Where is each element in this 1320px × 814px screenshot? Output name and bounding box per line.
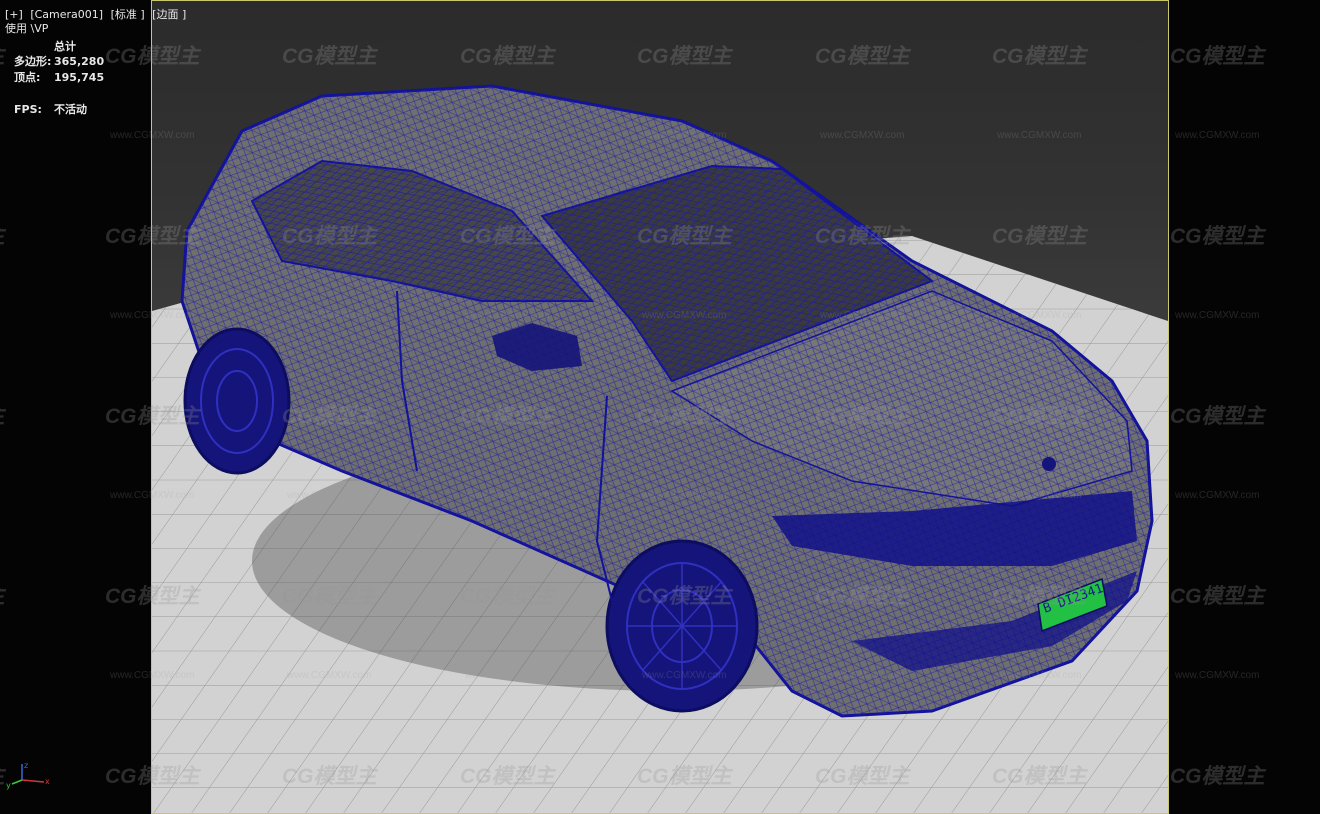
vertices-value: 195,745 [54,71,105,84]
axis-z-label: z [24,761,28,770]
viewport-preset-label: 使用 \VP [5,22,49,35]
car-logo [1042,457,1056,471]
viewport-shading-label[interactable]: [标准 ] [111,8,145,21]
viewport-menu-plus[interactable]: [+] [5,8,23,21]
stats-header: 总计 [54,40,76,53]
scene: B DI2341 [152,84,1168,813]
polygons-label: 多边形: [14,55,52,68]
rear-wheel [183,327,291,475]
viewport-camera-label[interactable]: [Camera001] [30,8,103,21]
fps-value: 不活动 [54,103,87,116]
vertices-label: 顶点: [14,71,41,84]
axis-y-label: y [6,781,11,790]
front-wheel [605,539,759,713]
polygons-value: 365,280 [54,55,105,68]
axis-x-label: x [45,777,50,786]
camera-viewport[interactable]: B DI2341 [151,0,1169,814]
axis-gizmo: x z y [6,761,50,790]
fps-label: FPS: [14,103,42,116]
left-letterbox [0,0,151,814]
viewport-display-label[interactable]: [边面 ] [152,8,186,21]
right-letterbox [1169,0,1320,814]
